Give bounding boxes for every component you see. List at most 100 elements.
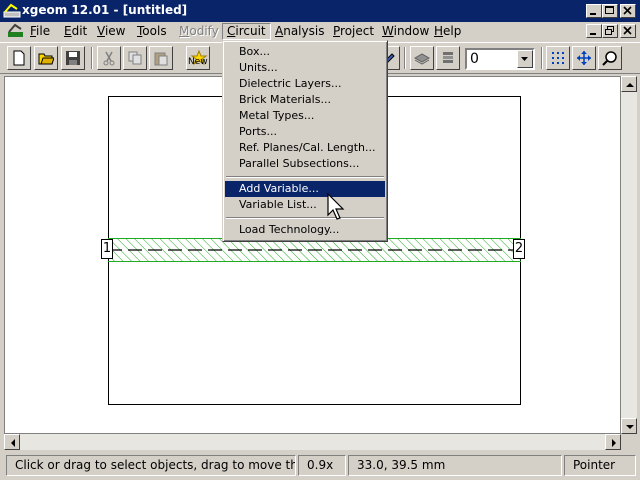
menu-item-ports-label: Ports... bbox=[239, 125, 278, 138]
menu-separator bbox=[226, 217, 384, 219]
doc-restore-button[interactable] bbox=[602, 24, 618, 38]
level-select-value: 0 bbox=[470, 51, 479, 67]
menu-edit[interactable]: Edit bbox=[60, 23, 91, 40]
zoom-magnifier-icon bbox=[602, 51, 617, 66]
grid-dots-icon bbox=[552, 52, 564, 64]
copy-icon bbox=[128, 51, 142, 65]
doc-minimize-button[interactable] bbox=[586, 24, 602, 38]
scroll-down-arrow-icon[interactable] bbox=[621, 418, 637, 434]
new-object-label: New bbox=[188, 57, 208, 67]
menu-file[interactable]: File bbox=[26, 23, 54, 40]
port-1-label[interactable]: 1 bbox=[101, 239, 113, 259]
layer-grid-icon bbox=[414, 53, 430, 65]
menu-item-variable-list-label: Variable List... bbox=[239, 198, 317, 211]
menu-project[interactable]: Project bbox=[329, 23, 378, 40]
status-coordinates: 33.0, 39.5 mm bbox=[348, 455, 562, 476]
doc-close-button[interactable] bbox=[620, 24, 636, 38]
copy-button[interactable] bbox=[123, 46, 147, 70]
menu-project-label: Project bbox=[333, 24, 375, 38]
scroll-left-arrow-icon[interactable] bbox=[4, 434, 20, 450]
menu-help[interactable]: Help bbox=[430, 23, 465, 40]
menu-file-label: File bbox=[30, 24, 51, 38]
status-bar: Click or drag to select objects, drag to… bbox=[0, 451, 640, 480]
toolbar-separator bbox=[404, 47, 406, 69]
menu-separator bbox=[226, 176, 384, 178]
circuit-menu-dropdown: Box... Units... Dielectric Layers... Bri… bbox=[222, 40, 388, 242]
mouse-pointer-icon bbox=[327, 193, 345, 220]
new-object-button[interactable]: New bbox=[186, 46, 210, 70]
xgeom-app-icon[interactable] bbox=[3, 3, 21, 19]
toolbar-separator bbox=[541, 47, 543, 69]
menu-item-box[interactable]: Box... bbox=[225, 44, 385, 60]
menu-item-units-label: Units... bbox=[239, 61, 278, 74]
menu-item-brick-materials-label: Brick Materials... bbox=[239, 93, 331, 106]
menu-modify[interactable]: Modify bbox=[175, 23, 223, 40]
title-bar: xgeom 12.01 - [untitled] bbox=[0, 0, 640, 22]
menu-edit-label: Edit bbox=[64, 24, 88, 38]
horizontal-scrollbar[interactable] bbox=[4, 434, 621, 450]
port-2-label[interactable]: 2 bbox=[513, 239, 525, 259]
menu-modify-label: Modify bbox=[179, 24, 219, 38]
document-icon[interactable] bbox=[6, 23, 26, 39]
menu-circuit-label: Circuit bbox=[227, 24, 266, 38]
menu-item-add-variable[interactable]: Add Variable... bbox=[225, 181, 385, 197]
menu-item-ports[interactable]: Ports... bbox=[225, 124, 385, 140]
menu-analysis[interactable]: Analysis bbox=[271, 23, 328, 40]
menu-item-units[interactable]: Units... bbox=[225, 60, 385, 76]
menu-item-dielectric-layers[interactable]: Dielectric Layers... bbox=[225, 76, 385, 92]
menu-item-variable-list[interactable]: Variable List... bbox=[225, 197, 385, 213]
paste-clipboard-icon bbox=[154, 52, 168, 66]
menu-item-ref-planes[interactable]: Ref. Planes/Cal. Length... bbox=[225, 140, 385, 156]
new-file-button[interactable] bbox=[7, 46, 31, 70]
menu-window-label: Window bbox=[382, 24, 430, 38]
menu-item-ref-planes-label: Ref. Planes/Cal. Length... bbox=[239, 141, 376, 154]
minimize-button[interactable] bbox=[586, 4, 602, 18]
scroll-up-arrow-icon[interactable] bbox=[621, 76, 637, 92]
scroll-right-arrow-icon[interactable] bbox=[605, 434, 621, 450]
menu-item-dielectric-layers-label: Dielectric Layers... bbox=[239, 77, 342, 90]
vertical-scrollbar[interactable] bbox=[621, 76, 637, 434]
menu-item-box-label: Box... bbox=[239, 45, 270, 58]
menu-tools[interactable]: Tools bbox=[133, 23, 171, 40]
status-hint: Click or drag to select objects, drag to… bbox=[6, 455, 296, 476]
move-arrows-icon bbox=[577, 51, 591, 65]
grid-snap-button[interactable] bbox=[546, 46, 570, 70]
status-zoom: 0.9x bbox=[298, 455, 346, 476]
menu-item-parallel-subsections[interactable]: Parallel Subsections... bbox=[225, 156, 385, 172]
menu-item-load-technology[interactable]: Load Technology... bbox=[225, 222, 385, 238]
menu-bar: File Edit View Tools Modify Circuit Anal… bbox=[0, 22, 640, 41]
menu-item-metal-types[interactable]: Metal Types... bbox=[225, 108, 385, 124]
pan-button[interactable] bbox=[572, 46, 596, 70]
menu-help-label: Help bbox=[434, 24, 462, 38]
menu-item-parallel-subsections-label: Parallel Subsections... bbox=[239, 157, 360, 170]
layer-view-button[interactable] bbox=[410, 46, 434, 70]
menu-item-brick-materials[interactable]: Brick Materials... bbox=[225, 92, 385, 108]
menu-item-load-technology-label: Load Technology... bbox=[239, 223, 340, 236]
save-disk-icon bbox=[66, 51, 80, 65]
menu-item-metal-types-label: Metal Types... bbox=[239, 109, 315, 122]
menu-window[interactable]: Window bbox=[378, 23, 433, 40]
cut-button[interactable] bbox=[97, 46, 121, 70]
maximize-button[interactable] bbox=[602, 4, 618, 18]
layers-stack-icon bbox=[443, 52, 453, 63]
toolbar-separator bbox=[91, 47, 93, 69]
menu-item-add-variable-label: Add Variable... bbox=[239, 182, 319, 195]
menu-view[interactable]: View bbox=[93, 23, 129, 40]
save-button[interactable] bbox=[61, 46, 85, 70]
zoom-button[interactable] bbox=[598, 46, 622, 70]
close-button[interactable] bbox=[620, 4, 636, 18]
menu-analysis-label: Analysis bbox=[275, 24, 325, 38]
menu-circuit[interactable]: Circuit bbox=[222, 23, 271, 40]
new-document-icon bbox=[13, 50, 25, 66]
menu-view-label: View bbox=[97, 24, 126, 38]
open-button[interactable] bbox=[34, 46, 58, 70]
chevron-down-icon[interactable] bbox=[517, 50, 533, 68]
paste-button[interactable] bbox=[149, 46, 173, 70]
layers-3d-button[interactable] bbox=[436, 46, 460, 70]
level-select[interactable]: 0 bbox=[465, 48, 535, 70]
window-title: xgeom 12.01 - [untitled] bbox=[22, 3, 188, 17]
scissors-icon bbox=[103, 51, 115, 66]
status-mode: Pointer bbox=[564, 455, 636, 476]
menu-tools-label: Tools bbox=[137, 24, 167, 38]
scroll-corner bbox=[621, 434, 637, 450]
